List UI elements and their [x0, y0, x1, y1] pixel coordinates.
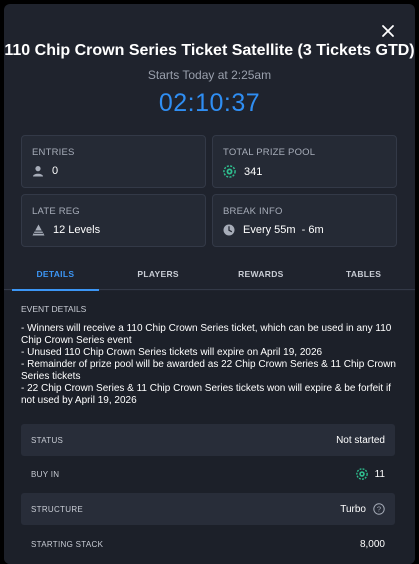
person-icon — [33, 166, 43, 177]
chip-icon — [223, 165, 236, 178]
break-info-card: BREAK INFO Every 55m - 6m — [212, 194, 397, 247]
tournament-info-modal: 110 Chip Crown Series Ticket Satellite (… — [4, 4, 415, 564]
late-reg-card: LATE REG 12 Levels — [21, 194, 206, 247]
prize-pool-value: 341 — [244, 165, 263, 178]
tab-rewards[interactable]: REWARDS — [210, 260, 313, 289]
break-info-label: BREAK INFO — [223, 206, 283, 217]
prize-pool-card: TOTAL PRIZE POOL 341 — [212, 135, 397, 188]
structure-value-wrap: Turbo ? — [340, 503, 385, 515]
break-info-value-wrap: Every 55m - 6m — [223, 224, 324, 236]
event-detail-line: - Unused 110 Chip Crown Series tickets w… — [21, 347, 323, 358]
structure-label: STRUCTURE — [31, 504, 84, 514]
svg-text:?: ? — [377, 505, 381, 514]
buy-in-value-wrap: 11 — [355, 468, 385, 480]
buy-in-label: BUY IN — [31, 469, 60, 479]
tournament-title: 110 Chip Crown Series Ticket Satellite (… — [4, 42, 415, 59]
starting-stack-value: 8,000 — [359, 538, 385, 550]
starting-stack-label: STARTING STACK — [31, 539, 104, 549]
event-details-text: - Winners will receive a 110 Chip Crown … — [21, 323, 399, 407]
structure-value: Turbo — [340, 503, 366, 515]
entries-value: 0 — [52, 165, 59, 177]
status-value: Not started — [336, 434, 385, 446]
tab-players[interactable]: PLAYERS — [107, 260, 210, 289]
tab-details[interactable]: DETAILS — [4, 260, 107, 291]
buy-in-value: 11 — [374, 468, 385, 480]
entries-value-wrap: 0 — [32, 165, 58, 177]
status-row: STATUS Not started — [21, 424, 395, 456]
status-label: STATUS — [31, 435, 64, 445]
entries-label: ENTRIES — [32, 147, 75, 158]
clock-icon — [223, 224, 235, 236]
structure-row: STRUCTURE Turbo ? — [21, 493, 395, 525]
event-detail-line: - Winners will receive a 110 Chip Crown … — [21, 323, 392, 346]
starting-stack-row: STARTING STACK 8,000 — [21, 528, 395, 560]
event-details-title: EVENT DETAILS — [21, 304, 87, 314]
help-icon[interactable]: ? — [373, 503, 385, 515]
chip-icon — [355, 468, 368, 480]
entries-card: ENTRIES 0 — [21, 135, 206, 188]
close-icon[interactable] — [381, 24, 395, 38]
event-detail-line: - 22 Chip Crown Series & 11 Chip Crown S… — [21, 383, 391, 406]
event-detail-line: - Remainder of prize pool will be awarde… — [21, 359, 396, 382]
pyramid-icon — [32, 224, 45, 236]
buy-in-row: BUY IN 11 — [21, 458, 395, 490]
break-info-value: Every 55m - 6m — [243, 224, 324, 236]
late-reg-label: LATE REG — [32, 206, 80, 217]
late-reg-value: 12 Levels — [53, 224, 101, 236]
countdown-timer: 02:10:37 — [158, 89, 261, 117]
tab-tables[interactable]: TABLES — [312, 260, 415, 289]
details-panel: EVENT DETAILS - Winners will receive a 1… — [4, 291, 415, 564]
prize-pool-value-wrap: 341 — [223, 165, 262, 178]
prize-pool-label: TOTAL PRIZE POOL — [223, 147, 316, 158]
tab-bar: DETAILS PLAYERS REWARDS TABLES — [4, 260, 415, 291]
start-time: Starts Today at 2:25am — [147, 68, 272, 82]
late-reg-value-wrap: 12 Levels — [32, 224, 100, 236]
